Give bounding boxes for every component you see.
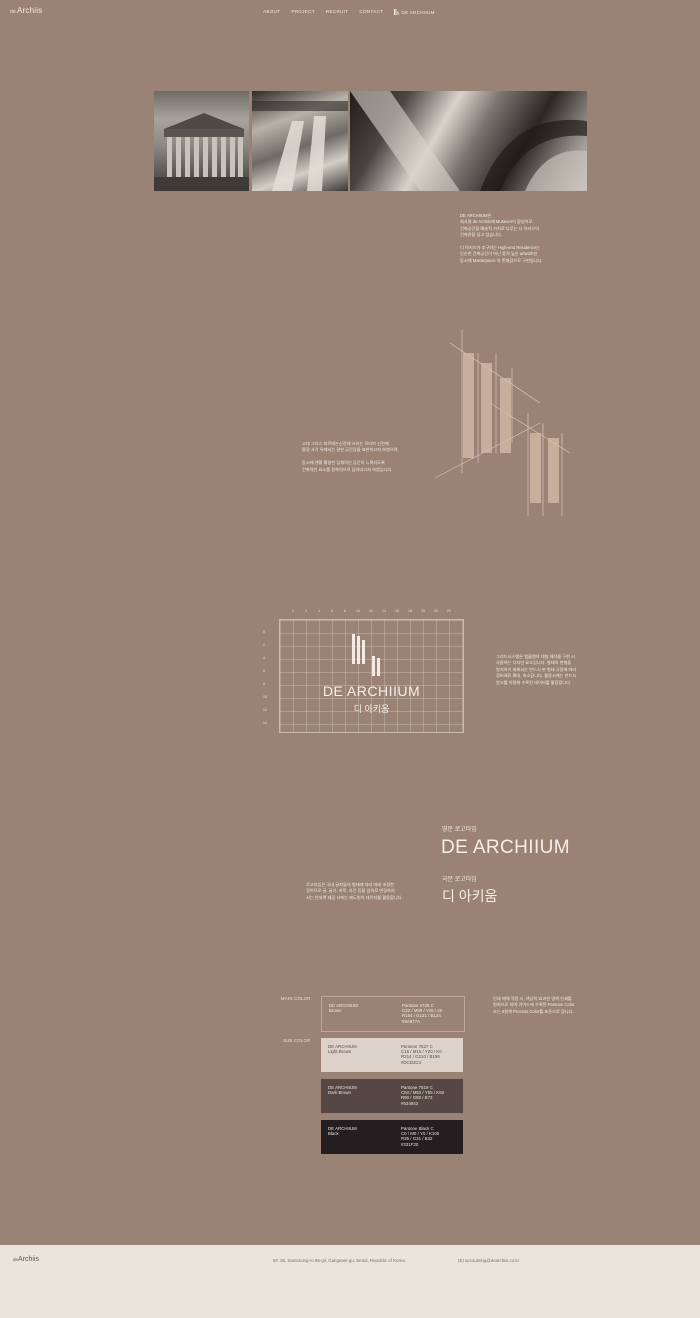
concept-text: 고대 그리스 파르테논신전에 쓰이는 모티브 신전에 웅장 사각 뒤에서는 갈한 …	[302, 441, 399, 472]
grid-x-tick: 16	[395, 609, 399, 613]
grid-logo-en: DE ARCHIIUM	[322, 683, 421, 699]
logotype-en-label: 영문 로고타입	[442, 827, 477, 833]
main-nav: ABOUT PROJECT RECRUIT CONTACT DE ARCHIIU…	[263, 9, 435, 15]
grid-x-tick: 4	[318, 609, 320, 613]
nav-about[interactable]: ABOUT	[263, 9, 280, 15]
grid-x-tick: 18	[408, 609, 412, 613]
grid-text: 그리드시스템은 엠블렘의 대형 제작을 구현 시 사용하는 디자인 요소입니다. …	[496, 654, 577, 685]
brand-mark-icon	[394, 9, 399, 15]
grid-y-tick: 0	[263, 630, 265, 634]
logotype-text: 로고타입은 국내 글자들의 형태에 따라 마테 조정한 것이므로 굵, 굵기, 자…	[306, 882, 403, 900]
footer-email[interactable]: (E) accounting@dearchiis.co.kr	[458, 1258, 519, 1263]
color-text: 인쇄 매체 적용 시, 색상의 효과한 명색 인쇄를 원칙으로 하며 가이드에 수…	[493, 996, 575, 1014]
nav-brand-label: DE ARCHIIUM	[401, 9, 435, 15]
logotype-kr-label: 국문 로고타입	[442, 877, 477, 883]
grid-x-tick: 10	[356, 609, 360, 613]
nav-brand[interactable]: DE ARCHIIUM	[394, 9, 434, 15]
grid-x-tick: 22	[434, 609, 438, 613]
grid-x-tick: 8	[344, 609, 346, 613]
nav-recruit[interactable]: RECRUIT	[326, 9, 349, 15]
grid-y-tick: 8	[263, 682, 265, 686]
grid-x-tick: 14	[382, 609, 386, 613]
color-swatch-light-brown: DE ARCHIIUM Light Brown Pantone 7527 C C15…	[321, 1038, 463, 1072]
brand-intro-text: DE ARCHIIUM은 회사명 de Archiis에 Museum이 합성어로…	[460, 213, 543, 263]
color-swatch-brown: DE ARCHIIUM Brown Pantone 4725 C C32 / M39…	[321, 996, 465, 1032]
main-color-label: MAIN COLOR	[281, 996, 311, 1001]
color-swatch-black: DE ARCHIIUM Black Pantone Black C C0 / M0 …	[321, 1120, 463, 1154]
sub-color-label: SUB COLOR	[283, 1038, 311, 1043]
logotype-kr: 디 아키움	[442, 888, 498, 904]
footer: deArchiis 5F, 35, Samseong-ro 95-gil, Ga…	[0, 1245, 700, 1318]
grid-x-tick: 20	[421, 609, 425, 613]
grid-x-tick: 24	[447, 609, 451, 613]
footer-address: 5F, 35, Samseong-ro 95-gil, Gangnam-gu, …	[273, 1258, 405, 1263]
grid-logo-kr: 디 아키움	[353, 704, 390, 714]
footer-logo[interactable]: deArchiis	[13, 1256, 39, 1263]
grid-y-tick: 12	[263, 708, 267, 712]
logo-text: Archiis	[16, 6, 43, 15]
logotype-en: DE ARCHIIUM	[441, 837, 570, 858]
parthenon-photo	[154, 91, 249, 191]
column-detail-photo	[252, 91, 348, 191]
emblem-icon	[352, 634, 380, 676]
grid-x-tick: 6	[331, 609, 333, 613]
grid-x-tick: 2	[305, 609, 307, 613]
grid-y-tick: 2	[263, 643, 265, 647]
nav-project[interactable]: PROJECT	[291, 9, 315, 15]
grid-y-tick: 6	[263, 669, 265, 673]
modern-architecture-photo	[350, 91, 587, 191]
color-swatch-dark-brown: DE ARCHIIUM Dark Brown Pantone 7519 C C50 …	[321, 1079, 463, 1113]
concept-diagram	[434, 330, 571, 516]
site-logo[interactable]: deArchiis	[10, 6, 42, 15]
grid-x-tick: 12	[369, 609, 373, 613]
footer-logo-text: Archiis	[18, 1256, 40, 1263]
grid-y-tick: 10	[263, 695, 267, 699]
grid-x-tick: 0	[292, 609, 294, 613]
grid-y-tick: 4	[263, 656, 265, 660]
grid-y-tick: 14	[263, 721, 267, 725]
logo-prefix: de	[10, 9, 16, 15]
nav-contact[interactable]: CONTACT	[359, 9, 383, 15]
